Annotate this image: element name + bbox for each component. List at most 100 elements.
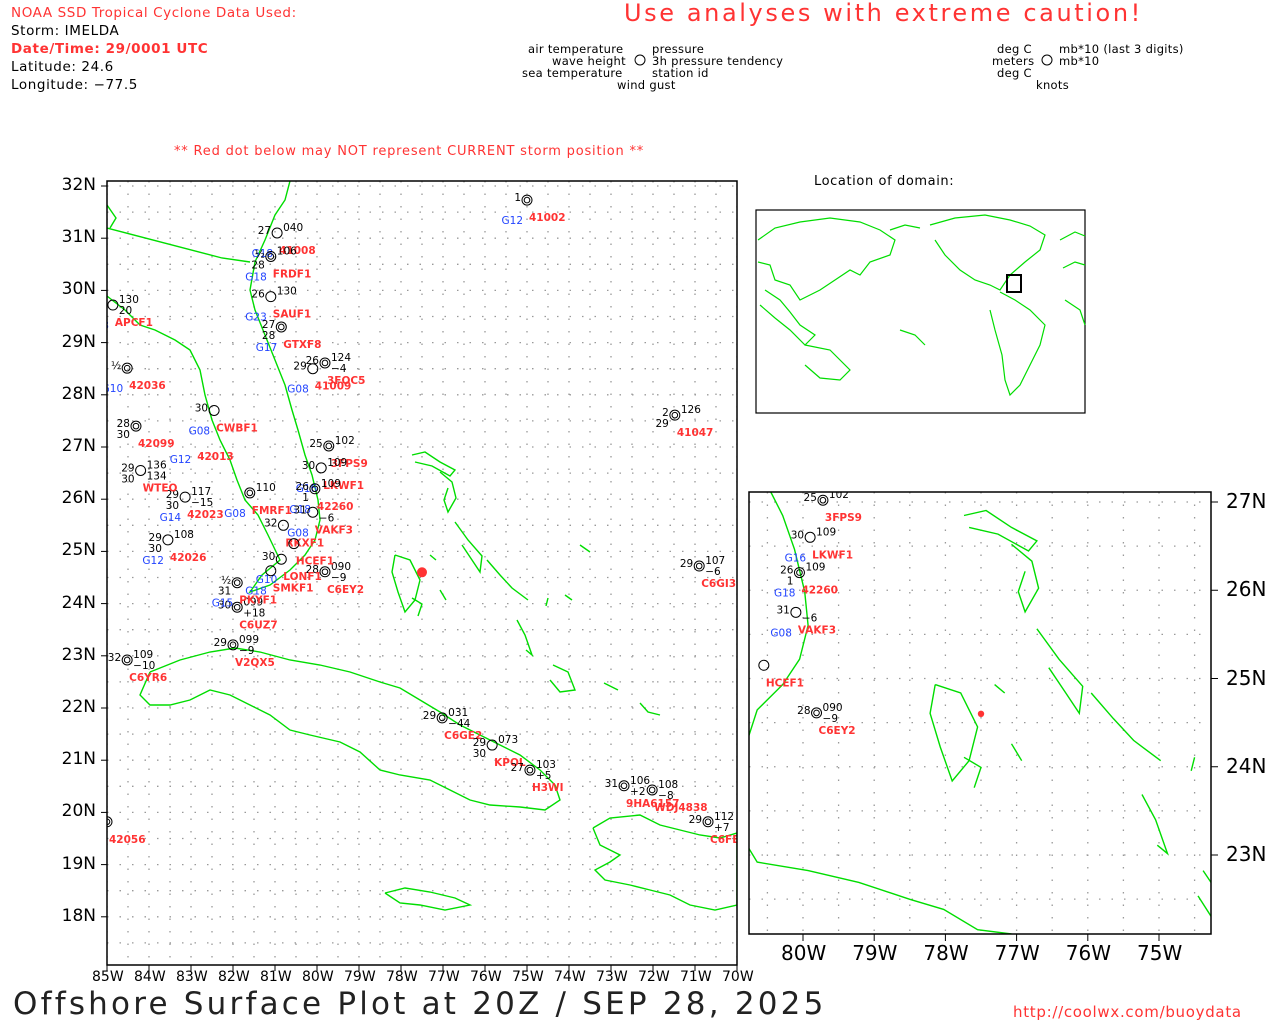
- sea-temperature-value: 30: [149, 543, 162, 555]
- station-plot[interactable]: ½ 42036 G10: [102, 360, 166, 395]
- pressure-value: 108: [174, 529, 194, 541]
- air-temperature-value: 1: [514, 192, 521, 204]
- air-temperature-value: 32: [264, 517, 277, 529]
- lat-label: 30N: [61, 279, 96, 300]
- station-plot[interactable]: 29 13020APCF1G08: [87, 294, 153, 332]
- station-plot[interactable]: 29 099−9V2QX5: [214, 634, 275, 669]
- lat-label: 25N: [1226, 665, 1267, 690]
- station-plot[interactable]: 2728GTXF8G17: [256, 319, 322, 354]
- coastline: [963, 509, 1038, 552]
- station-circle-icon: [162, 534, 174, 546]
- station-inner-circle-icon: [704, 818, 712, 826]
- station-plot[interactable]: 110 FMRF1 G08: [224, 482, 292, 520]
- lat-label: 26N: [61, 488, 96, 509]
- coastline: [139, 647, 561, 811]
- station-circle-icon: [669, 409, 681, 421]
- source-url-link[interactable]: http://coolwx.com/buoydata: [1013, 1003, 1242, 1021]
- station-plot[interactable]: 108−8WDJ4838: [646, 779, 708, 814]
- station-circle-icon: [693, 560, 705, 572]
- coastline: [516, 619, 534, 658]
- station-inner-circle-icon: [246, 489, 254, 497]
- station-circle-icon: [130, 420, 142, 432]
- station-plot[interactable]: 1 41002 G12: [502, 192, 566, 227]
- station-circle-icon: [121, 654, 133, 666]
- lon-label: 74W: [554, 969, 586, 985]
- pressure-value: 102: [829, 489, 849, 501]
- station-id-label: 3FPS9: [825, 512, 862, 524]
- pressure-value: 102: [335, 435, 355, 447]
- coastline: [1190, 757, 1196, 771]
- pressure-tendency-value: +5: [536, 770, 551, 782]
- station-plot[interactable]: 283042099: [117, 418, 175, 450]
- station-id-label: FMRF1: [252, 505, 292, 517]
- coastline: [603, 682, 619, 691]
- satellite-id-label: G12: [142, 555, 164, 567]
- coastline: [486, 559, 529, 601]
- sea-temperature-value: 30: [166, 500, 179, 512]
- satellite-id-label: G08: [770, 627, 792, 639]
- air-temperature-value: 31: [293, 504, 306, 516]
- station-circle-icon: [524, 764, 536, 776]
- lon-label: 80W: [781, 941, 827, 965]
- station-id-label: H3WI: [532, 782, 564, 794]
- sea-temperature-value: 1: [302, 492, 309, 504]
- legend-station-circle-icon: [1041, 54, 1053, 66]
- pressure-tendency-value: +2: [630, 786, 645, 798]
- lon-label: 79W: [344, 969, 376, 985]
- coastline: [545, 597, 549, 607]
- station-plot[interactable]: 42056 G08: [82, 816, 146, 849]
- coastline: [1011, 543, 1040, 614]
- station-plot[interactable]: 30 CWBF1 G08: [189, 402, 258, 437]
- station-id-label: 42260: [801, 585, 838, 597]
- station-circle-icon: [121, 362, 133, 374]
- station-plot[interactable]: 28 090−9C6EY2: [797, 702, 855, 737]
- station-plot[interactable]: 29 112+7C6FE9: [689, 811, 747, 846]
- station-id-label: C6EY2: [819, 725, 856, 737]
- station-plot[interactable]: HCEF1: [758, 659, 804, 689]
- coastline: [411, 451, 457, 477]
- station-inner-circle-icon: [438, 714, 446, 722]
- pressure-tendency-value: −4: [331, 363, 347, 375]
- satellite-id-label: G08: [82, 837, 104, 849]
- map-canvas: 141002G122 1262941047½42036G1042056G08283…: [82, 54, 1218, 971]
- lon-label: 78W: [923, 941, 969, 965]
- lon-label: 85W: [92, 969, 124, 985]
- station-circle-icon: [244, 487, 256, 499]
- station-plot[interactable]: 30 109 LKWF1 G16: [785, 526, 853, 564]
- station-plot[interactable]: 26 130SAUF1G23: [245, 286, 311, 324]
- station-plot[interactable]: 29 107−6C6GI3: [680, 555, 736, 590]
- station-id-label: HCEF1: [296, 556, 334, 568]
- station-plot[interactable]: 27 103+5H3WI: [511, 759, 564, 794]
- sea-temperature-value: 28: [251, 259, 264, 271]
- lat-label: 22N: [61, 697, 96, 717]
- air-temperature-value: 29: [293, 361, 306, 373]
- station-plot[interactable]: 25 102 3FPS9: [804, 489, 862, 524]
- pressure-value: 126: [681, 404, 701, 416]
- lon-label: 77W: [428, 969, 460, 985]
- station-id-label: 42013: [197, 451, 234, 463]
- station-plot[interactable]: 32 109−10C6YR6: [108, 649, 167, 684]
- satellite-id-label: G08: [287, 384, 309, 396]
- air-temperature-value: 32: [108, 652, 121, 664]
- station-inner-circle-icon: [278, 323, 285, 331]
- station-plot[interactable]: 42013 G12: [170, 451, 234, 466]
- sea-temperature-value: 29: [655, 418, 668, 430]
- station-inner-circle-icon: [321, 359, 329, 367]
- lon-label: 81W: [260, 969, 292, 985]
- station-id-label: VAKF3: [798, 624, 836, 636]
- sea-temperature-value: 28: [262, 330, 275, 342]
- air-temperature-value: 28: [797, 705, 810, 717]
- station-plot[interactable]: 26 109142260G18: [774, 562, 838, 600]
- coastline: [1141, 794, 1169, 856]
- station-plot[interactable]: 31 −6VAKF3 G08: [770, 604, 836, 639]
- station-inner-circle-icon: [321, 568, 329, 576]
- lon-label: 72W: [638, 969, 670, 985]
- station-id-label: HCEF1: [766, 677, 804, 689]
- station-circle-icon: [758, 659, 770, 671]
- coastline: [1090, 692, 1162, 762]
- station-plot[interactable]: 29 1083042026G12: [142, 529, 206, 567]
- lat-label: 26N: [1226, 577, 1267, 602]
- station-plot[interactable]: 2 1262941047: [655, 404, 713, 439]
- satellite-id-label: G12: [502, 215, 524, 227]
- station-id-label: APCF1: [115, 317, 153, 329]
